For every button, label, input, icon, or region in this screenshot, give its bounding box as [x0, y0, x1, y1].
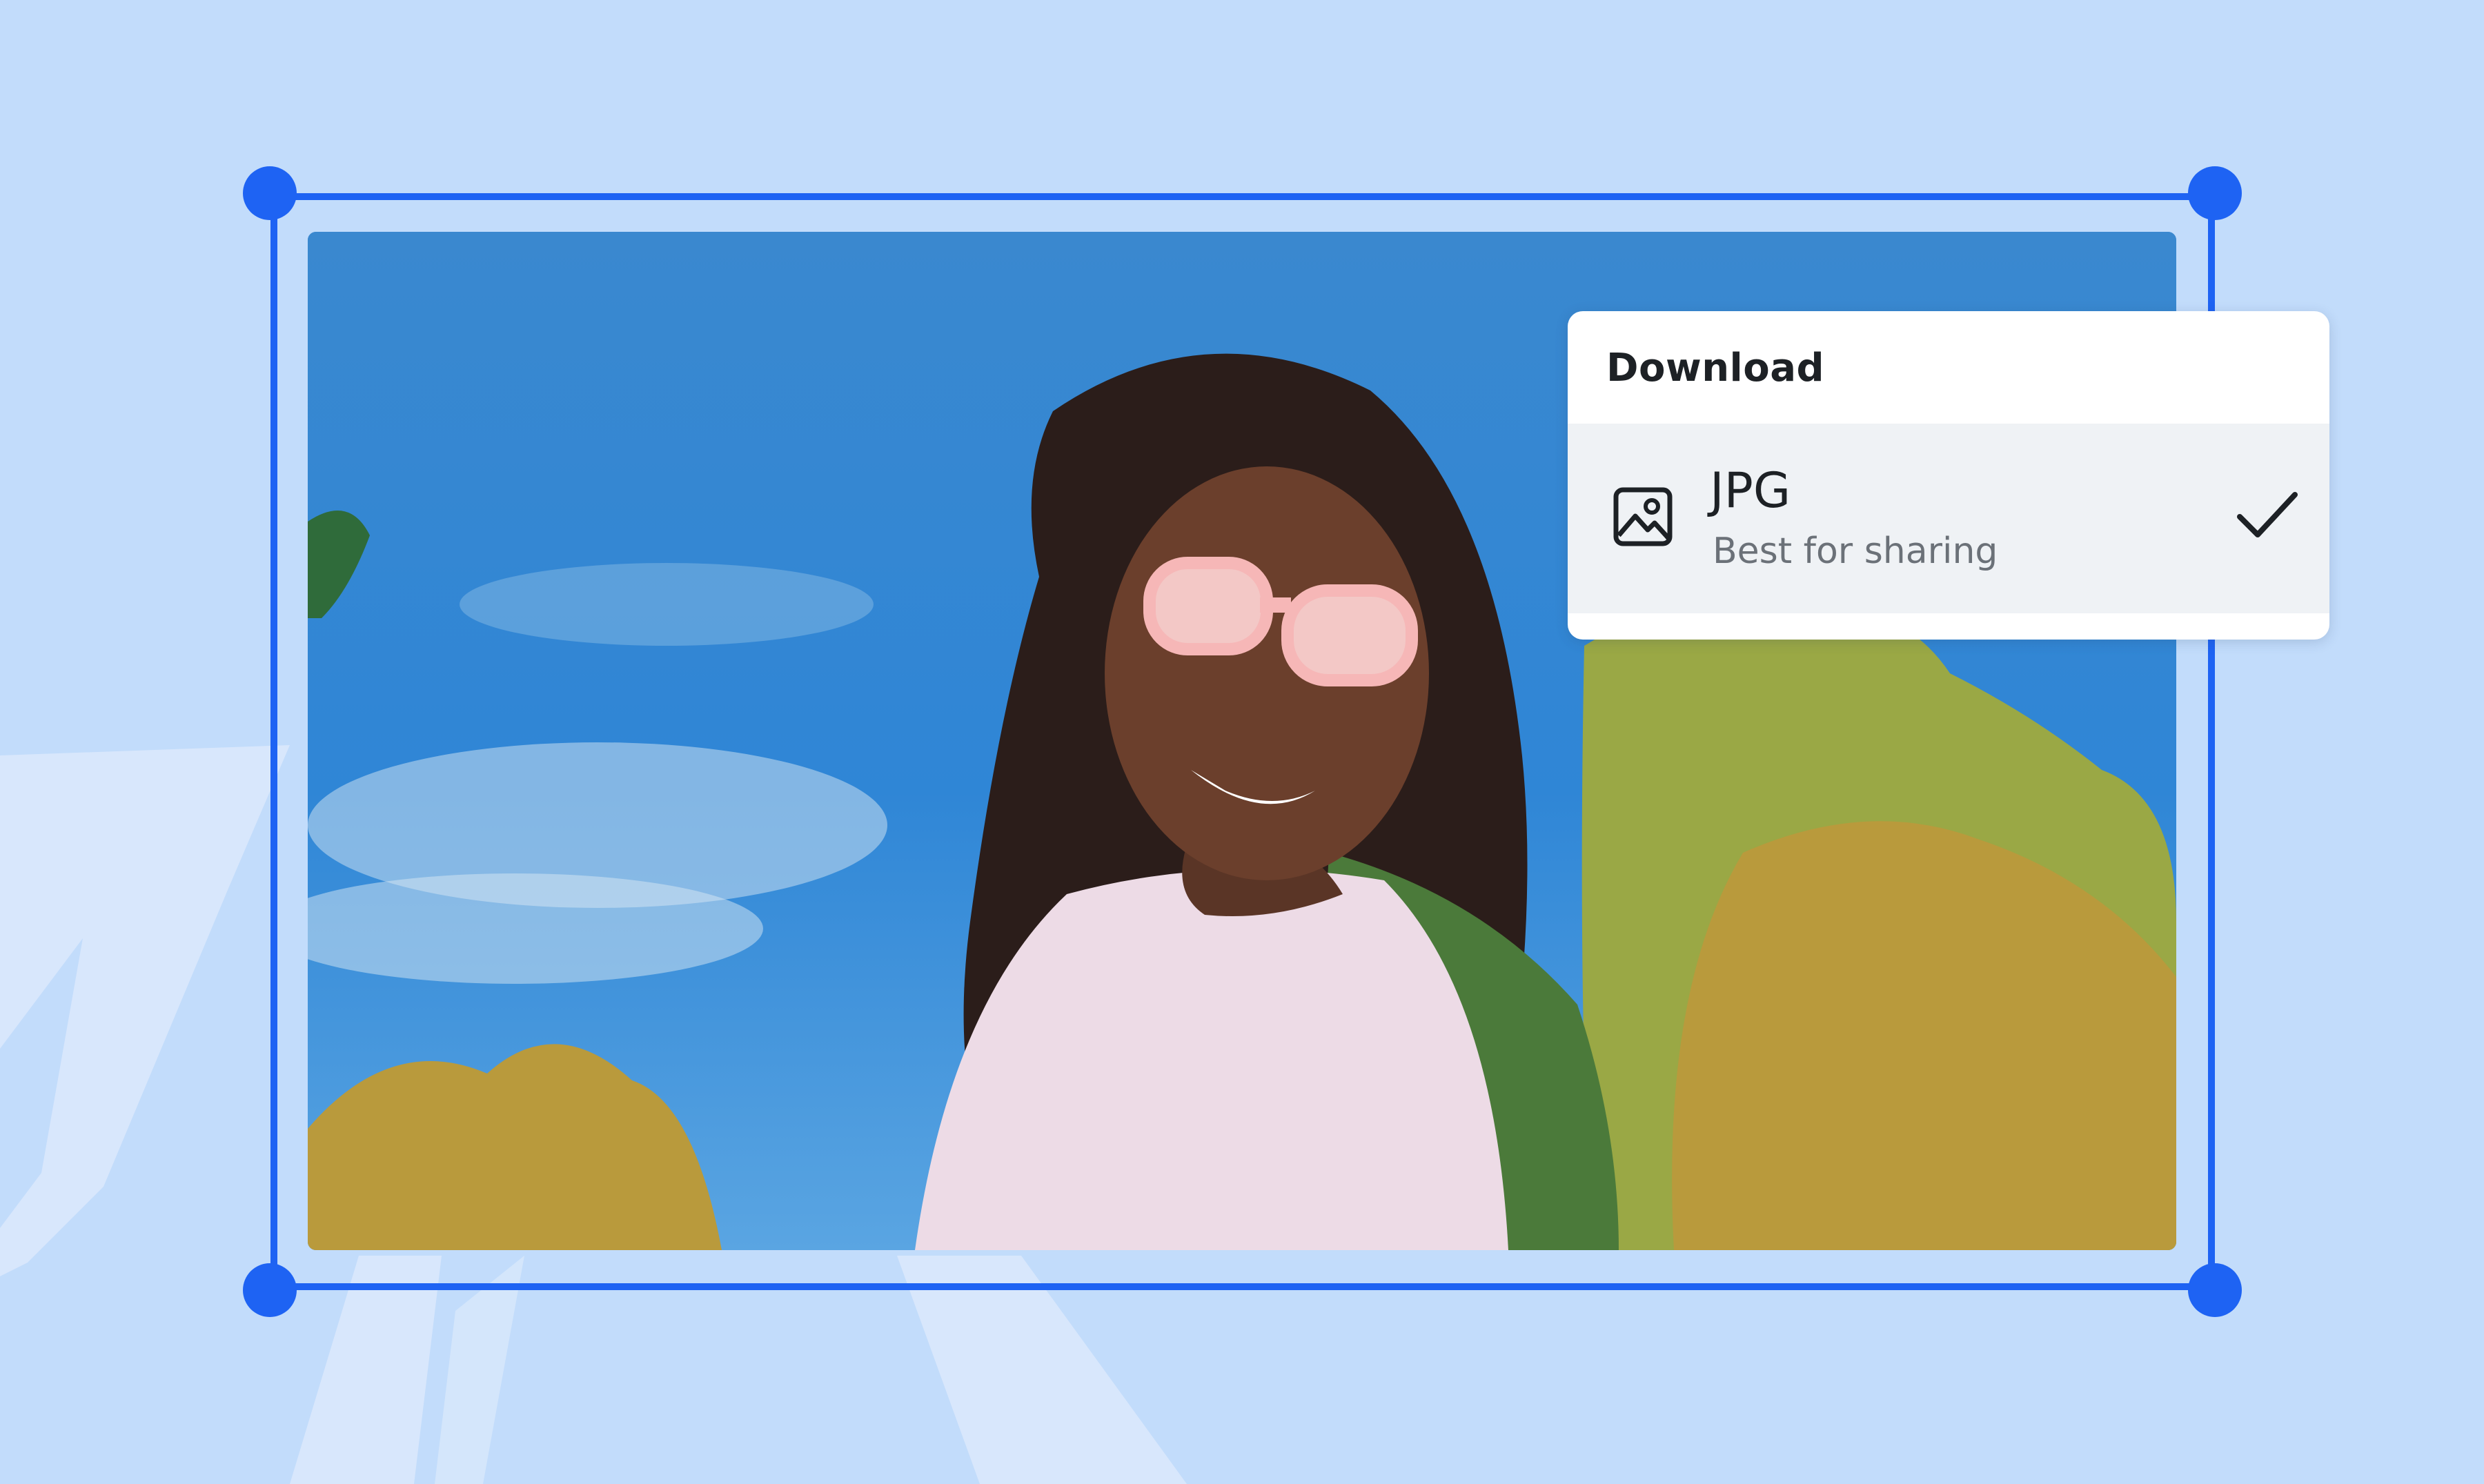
file-type-option-jpg[interactable]: JPG Best for sharing	[1568, 424, 2329, 613]
resize-handle-bottom-right[interactable]	[2188, 1263, 2242, 1317]
check-icon	[2237, 492, 2298, 537]
option-name: JPG	[1710, 462, 1791, 519]
resize-handle-bottom-left[interactable]	[243, 1263, 297, 1317]
panel-title: Download	[1606, 346, 1825, 390]
image-icon	[1613, 487, 1673, 546]
resize-handle-top-right[interactable]	[2188, 166, 2242, 220]
option-description: Best for sharing	[1713, 531, 1998, 572]
download-panel: Download JPG Best for sharing	[1568, 311, 2329, 640]
resize-handle-top-left[interactable]	[243, 166, 297, 220]
